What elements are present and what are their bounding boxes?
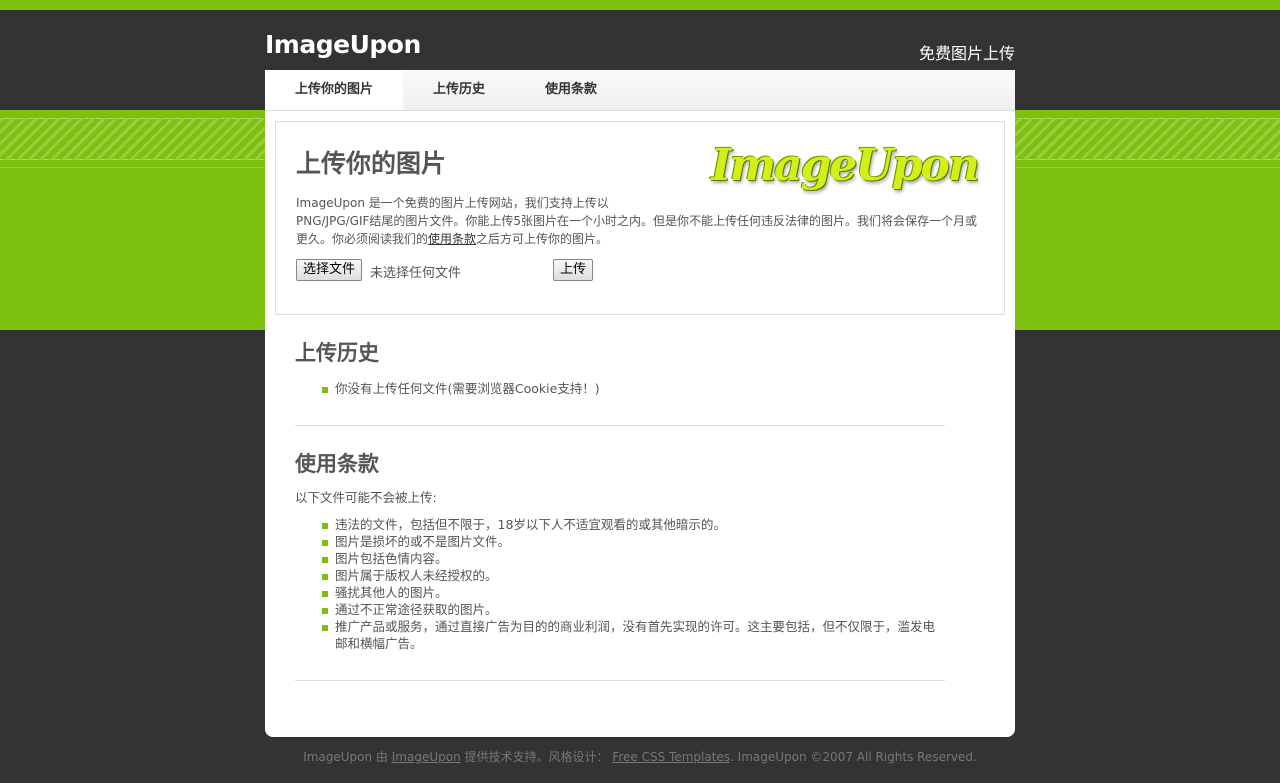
history-list: 你没有上传任何文件(需要浏览器Cookie支持！) [322,380,600,397]
intro-brand: ImageUpon [296,196,365,210]
list-item: 推广产品或服务，通过直接广告为目的的商业利润，没有首先实现的许可。这主要包括，但… [322,618,942,652]
list-item: 骚扰其他人的图片。 [322,584,942,601]
intro-text-1: 是一个免费的图片上传网站，我们支持上传以 [364,196,609,210]
terms-list: 违法的文件，包括但不限于，18岁以下人不适宜观看的或其他暗示的。 图片是损坏的或… [322,516,942,652]
divider [295,425,945,426]
upload-submit-button[interactable]: 上传 [553,259,594,281]
tab-terms[interactable]: 使用条款 [515,70,627,110]
footer-link-imageupon[interactable]: ImageUpon [392,750,461,764]
footer-prefix: ImageUpon 由 [303,750,392,764]
main-nav: 上传你的图片 上传历史 使用条款 [265,70,1015,111]
list-item: 图片是损坏的或不是图片文件。 [322,533,942,550]
list-item: 通过不正常途径获取的图片。 [322,601,942,618]
footer: ImageUpon 由 ImageUpon 提供技术支持。风格设计： Free … [0,748,1280,765]
list-item: 你没有上传任何文件(需要浏览器Cookie支持！) [322,380,600,397]
main-container: 上传你的图片 上传历史 使用条款 上传你的图片 ImageUpon ImageU… [265,70,1015,737]
history-title: 上传历史 [295,341,379,365]
intro-text-3: 之后方可上传你的图片。 [476,232,609,246]
terms-intro: 以下文件可能不会被上传: [295,490,437,505]
site-slogan: 免费图片上传 [918,44,1015,63]
terms-title: 使用条款 [295,452,379,476]
file-status: 未选择任何文件 [370,266,462,281]
upload-panel: 上传你的图片 ImageUpon ImageUpon 是一个免费的图片上传网站，… [275,121,1005,315]
choose-file-button[interactable]: 选择文件 [296,259,363,281]
list-item: 图片属于版权人未经授权的。 [322,567,942,584]
top-accent-strip [0,0,1280,10]
tab-upload[interactable]: 上传你的图片 [265,70,404,110]
site-title[interactable]: ImageUpon [265,30,421,59]
terms-link[interactable]: 使用条款 [428,232,476,246]
footer-link-templates[interactable]: Free CSS Templates [612,750,730,764]
tab-history[interactable]: 上传历史 [403,70,515,110]
footer-suffix: . ImageUpon ©2007 All Rights Reserved. [730,750,977,764]
divider [295,680,945,681]
list-item: 图片包括色情内容。 [322,550,942,567]
intro-text-2: PNG/JPG/GIF结尾的图片文件。你能上传5张图片在一个小时之内。但是你不能… [296,214,978,246]
list-item: 违法的文件，包括但不限于，18岁以下人不适宜观看的或其他暗示的。 [322,516,942,533]
footer-middle: 提供技术支持。风格设计： [460,750,613,764]
imageupon-logo: ImageUpon [711,140,980,191]
upload-title: 上传你的图片 [296,149,447,178]
upload-intro: ImageUpon 是一个免费的图片上传网站，我们支持上传以 PNG/JPG/GI… [296,194,986,248]
